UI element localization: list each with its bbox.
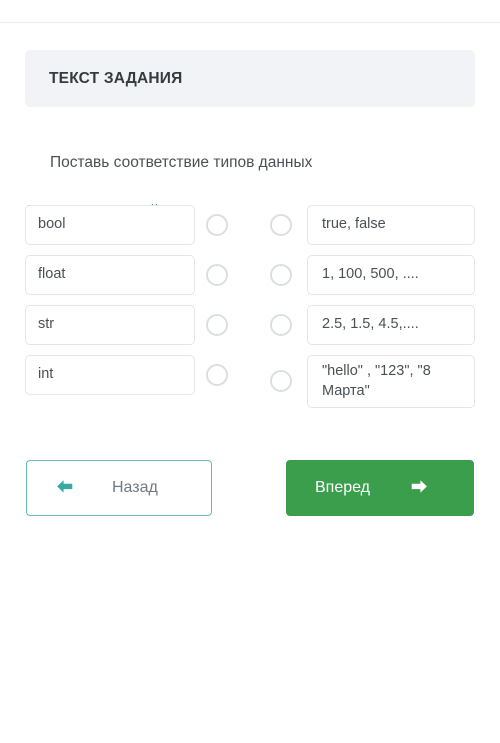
right-connector-dot-0[interactable] (270, 214, 292, 236)
right-item-2[interactable]: 2.5, 1.5, 4.5,.... (307, 305, 475, 345)
right-connector-dot-1[interactable] (270, 264, 292, 286)
right-item-0[interactable]: true, false (307, 205, 475, 245)
back-button[interactable]: Назад (26, 460, 212, 516)
right-connector-dot-3[interactable] (270, 369, 292, 392)
right-item-label: "hello" , "123", "8 Марта" (322, 363, 431, 399)
right-item-label: 1, 100, 500, .... (322, 266, 419, 283)
left-connector-slot-1 (205, 255, 229, 295)
matching-area: bool float str int true, false 1, 100, 5… (0, 205, 500, 425)
left-items-column: bool float str int (25, 205, 195, 405)
left-item-2[interactable]: str (25, 305, 195, 345)
task-banner-title: ТЕКСТ ЗАДАНИЯ (49, 69, 183, 87)
right-connector-column (269, 205, 293, 416)
left-connector-dot-1[interactable] (206, 264, 228, 286)
left-item-label: int (38, 366, 54, 383)
left-item-label: float (38, 266, 66, 283)
left-connector-slot-0 (205, 205, 229, 245)
left-connector-dot-3[interactable] (206, 364, 228, 386)
left-connector-slot-3 (205, 355, 229, 395)
right-item-label: 2.5, 1.5, 4.5,.... (322, 316, 419, 333)
left-connector-slot-2 (205, 305, 229, 345)
left-item-0[interactable]: bool (25, 205, 195, 245)
next-button-label: Вперед (315, 479, 371, 496)
left-item-label: str (38, 316, 55, 333)
back-button-label: Назад (112, 479, 158, 496)
arrow-right-icon (410, 479, 429, 498)
right-connector-slot-2 (269, 305, 293, 345)
task-page: ТЕКСТ ЗАДАНИЯ Поставь соответствие типов… (0, 23, 500, 743)
right-items-column: true, false 1, 100, 500, .... 2.5, 1.5, … (307, 205, 475, 418)
right-connector-slot-1 (269, 255, 293, 295)
right-connector-dot-2[interactable] (270, 314, 292, 336)
left-item-1[interactable]: float (25, 255, 195, 295)
arrow-left-icon (55, 479, 74, 498)
task-text-banner: ТЕКСТ ЗАДАНИЯ (25, 50, 475, 107)
right-item-label: true, false (322, 216, 386, 233)
left-connector-dot-0[interactable] (206, 214, 228, 236)
left-item-3[interactable]: int (25, 355, 195, 395)
next-button[interactable]: Вперед (286, 460, 474, 516)
right-connector-slot-0 (269, 205, 293, 245)
left-connector-column (205, 205, 229, 405)
right-item-1[interactable]: 1, 100, 500, .... (307, 255, 475, 295)
left-connector-dot-2[interactable] (206, 314, 228, 336)
right-connector-slot-3 (269, 355, 293, 406)
left-item-label: bool (38, 216, 66, 233)
right-item-3[interactable]: "hello" , "123", "8 Марта" (307, 355, 475, 409)
task-prompt: Поставь соответствие типов данных (50, 154, 313, 171)
navigation-footer: Назад Вперед (0, 460, 500, 520)
